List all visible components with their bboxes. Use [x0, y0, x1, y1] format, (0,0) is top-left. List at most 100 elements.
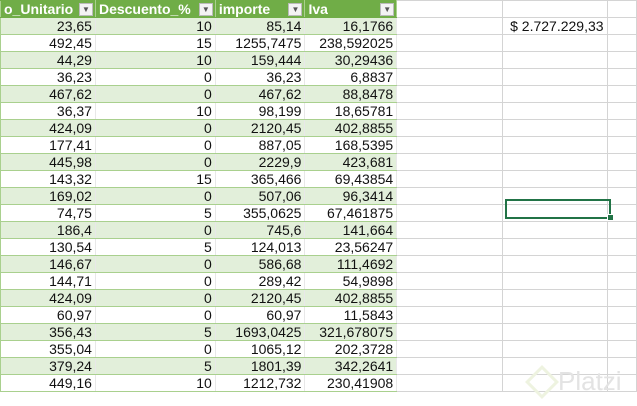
empty-cell[interactable] [606, 34, 637, 52]
table-cell[interactable]: 321,678075 [304, 323, 398, 341]
table-cell[interactable]: 424,09 [0, 119, 96, 137]
table-cell[interactable]: 0 [94, 255, 216, 273]
table-cell[interactable]: 143,32 [0, 170, 96, 188]
column-header[interactable]: Descuento_% ▼ [94, 0, 216, 18]
spreadsheet-grid[interactable]: o_Unitario ▼ Descuento_% ▼ importe ▼ Iva ▼ 23,65… [0, 0, 637, 392]
empty-cell[interactable] [606, 0, 637, 18]
table-cell[interactable]: 0 [94, 68, 216, 86]
empty-cell[interactable] [606, 85, 637, 103]
table-cell[interactable]: 69,43854 [304, 170, 398, 188]
empty-cell[interactable] [396, 204, 503, 222]
table-cell[interactable]: 586,68 [214, 255, 306, 273]
table-cell[interactable]: 5 [94, 238, 216, 256]
table-cell[interactable]: 1065,12 [214, 340, 306, 358]
table-cell[interactable]: 230,41908 [304, 374, 398, 392]
table-cell[interactable]: 2120,45 [214, 119, 306, 137]
empty-cell[interactable] [606, 102, 637, 120]
empty-cell[interactable] [501, 68, 608, 86]
table-cell[interactable]: 0 [94, 136, 216, 154]
table-cell[interactable]: 88,8478 [304, 85, 398, 103]
table-cell[interactable]: 0 [94, 153, 216, 171]
column-header[interactable]: o_Unitario ▼ [0, 0, 96, 18]
table-cell[interactable]: 402,8855 [304, 289, 398, 307]
table-cell[interactable]: 887,05 [214, 136, 306, 154]
filter-dropdown-icon[interactable]: ▼ [380, 3, 395, 16]
table-cell[interactable]: 445,98 [0, 153, 96, 171]
table-cell[interactable]: 144,71 [0, 272, 96, 290]
column-header[interactable]: importe ▼ [214, 0, 306, 18]
table-cell[interactable]: 1801,39 [214, 357, 306, 375]
table-cell[interactable]: 379,24 [0, 357, 96, 375]
empty-cell[interactable] [606, 51, 637, 69]
table-cell[interactable]: 467,62 [0, 85, 96, 103]
fill-handle[interactable] [607, 214, 614, 221]
table-cell[interactable]: 467,62 [214, 85, 306, 103]
empty-cell[interactable] [396, 153, 503, 171]
empty-cell[interactable] [606, 238, 637, 256]
empty-cell[interactable] [606, 68, 637, 86]
table-cell[interactable]: 202,3728 [304, 340, 398, 358]
empty-cell[interactable] [501, 272, 608, 290]
table-cell[interactable]: 745,6 [214, 221, 306, 239]
empty-cell[interactable] [396, 306, 503, 324]
empty-cell[interactable] [501, 170, 608, 188]
empty-cell[interactable] [606, 17, 637, 35]
table-cell[interactable]: 365,466 [214, 170, 306, 188]
table-cell[interactable]: 85,14 [214, 17, 306, 35]
table-cell[interactable]: 0 [94, 187, 216, 205]
table-cell[interactable]: 36,23 [214, 68, 306, 86]
table-cell[interactable]: 74,75 [0, 204, 96, 222]
empty-cell[interactable] [501, 85, 608, 103]
table-cell[interactable]: 10 [94, 17, 216, 35]
table-cell[interactable]: 186,4 [0, 221, 96, 239]
empty-cell[interactable] [501, 323, 608, 341]
table-cell[interactable]: 1693,0425 [214, 323, 306, 341]
table-cell[interactable]: 0 [94, 85, 216, 103]
empty-cell[interactable] [396, 289, 503, 307]
table-cell[interactable]: 130,54 [0, 238, 96, 256]
table-cell[interactable]: 18,65781 [304, 102, 398, 120]
selected-cell[interactable] [505, 199, 611, 219]
table-cell[interactable]: 169,02 [0, 187, 96, 205]
table-cell[interactable]: 342,2641 [304, 357, 398, 375]
table-cell[interactable]: 0 [94, 340, 216, 358]
empty-cell[interactable] [501, 289, 608, 307]
empty-cell[interactable] [501, 136, 608, 154]
table-cell[interactable]: 98,199 [214, 102, 306, 120]
table-cell[interactable]: 168,5395 [304, 136, 398, 154]
table-cell[interactable]: 507,06 [214, 187, 306, 205]
empty-cell[interactable] [606, 340, 637, 358]
empty-cell[interactable] [501, 102, 608, 120]
empty-cell[interactable] [501, 238, 608, 256]
table-cell[interactable]: 146,67 [0, 255, 96, 273]
filter-dropdown-icon[interactable]: ▼ [288, 3, 303, 16]
empty-cell[interactable] [396, 17, 503, 35]
table-cell[interactable]: 67,461875 [304, 204, 398, 222]
table-cell[interactable]: 355,0625 [214, 204, 306, 222]
empty-cell[interactable] [501, 0, 608, 18]
table-cell[interactable]: 44,29 [0, 51, 96, 69]
filter-dropdown-icon[interactable]: ▼ [78, 3, 93, 16]
table-cell[interactable]: 0 [94, 119, 216, 137]
total-cell[interactable]: $ 2.727.229,33 [501, 17, 608, 35]
empty-cell[interactable] [396, 68, 503, 86]
table-cell[interactable]: 402,8855 [304, 119, 398, 137]
empty-cell[interactable] [606, 255, 637, 273]
table-cell[interactable]: 23,65 [0, 17, 96, 35]
table-cell[interactable]: 96,3414 [304, 187, 398, 205]
table-cell[interactable]: 36,37 [0, 102, 96, 120]
empty-cell[interactable] [396, 255, 503, 273]
table-cell[interactable]: 289,42 [214, 272, 306, 290]
table-cell[interactable]: 5 [94, 323, 216, 341]
table-cell[interactable]: 10 [94, 102, 216, 120]
empty-cell[interactable] [501, 153, 608, 171]
empty-cell[interactable] [606, 153, 637, 171]
empty-cell[interactable] [606, 119, 637, 137]
empty-cell[interactable] [501, 119, 608, 137]
table-cell[interactable]: 355,04 [0, 340, 96, 358]
empty-cell[interactable] [606, 136, 637, 154]
table-cell[interactable]: 60,97 [214, 306, 306, 324]
table-cell[interactable]: 60,97 [0, 306, 96, 324]
empty-cell[interactable] [396, 85, 503, 103]
empty-cell[interactable] [501, 34, 608, 52]
